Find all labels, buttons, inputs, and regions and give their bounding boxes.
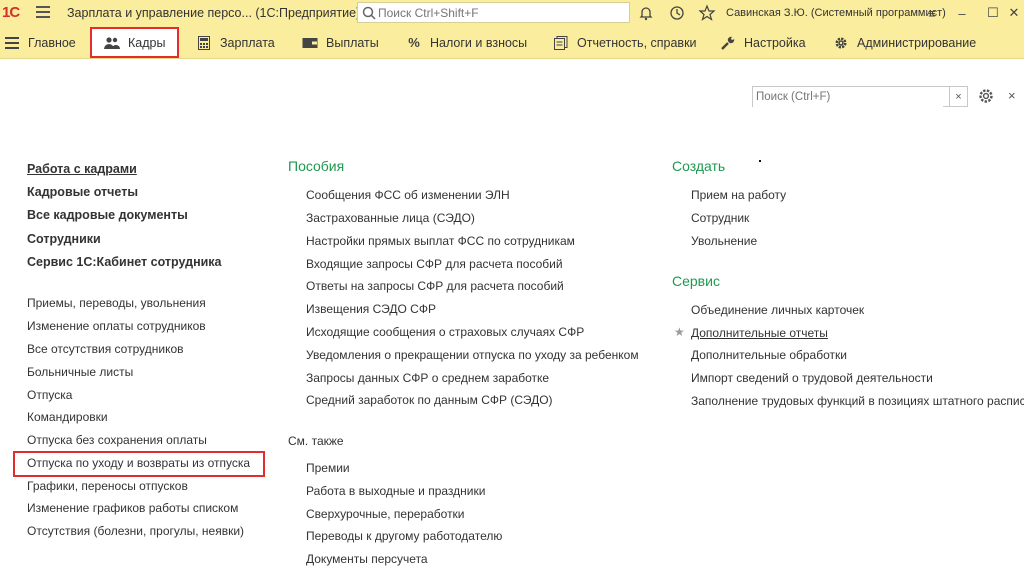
section-hr[interactable]: Кадры bbox=[90, 27, 180, 58]
section-label: Администрирование bbox=[857, 35, 977, 50]
section-label: Выплаты bbox=[326, 35, 379, 50]
link-incoming-sfr-requests[interactable]: Входящие запросы СФР для расчета пособий bbox=[306, 257, 563, 271]
link-employee-cabinet-service[interactable]: Сервис 1С:Кабинет сотрудника bbox=[27, 255, 222, 269]
main-menu-icon[interactable] bbox=[36, 6, 50, 20]
clear-search-button[interactable]: × bbox=[950, 86, 968, 107]
history-icon[interactable] bbox=[668, 4, 686, 22]
minimize-icon[interactable]: – bbox=[951, 2, 973, 24]
link-insured-persons[interactable]: Застрахованные лица (СЭДО) bbox=[306, 211, 475, 225]
section-label: Налоги и взносы bbox=[430, 35, 528, 50]
section-heading-see-also: См. также bbox=[288, 434, 344, 448]
section-label: Зарплата bbox=[220, 35, 275, 50]
close-icon[interactable]: ✕ bbox=[1003, 2, 1024, 24]
global-search-input[interactable] bbox=[378, 5, 618, 20]
link-business-trips[interactable]: Командировки bbox=[27, 410, 108, 424]
wrench-icon bbox=[720, 35, 736, 51]
menu-icon bbox=[4, 35, 20, 51]
link-direct-payments-settings[interactable]: Настройки прямых выплат ФСС по сотрудник… bbox=[306, 234, 575, 248]
link-bonuses[interactable]: Премии bbox=[306, 461, 350, 475]
section-salary[interactable]: Зарплата bbox=[196, 26, 275, 59]
link-vacation-schedules[interactable]: Графики, переносы отпусков bbox=[27, 479, 188, 493]
reports-icon bbox=[553, 35, 569, 51]
section-reporting[interactable]: Отчетность, справки bbox=[553, 26, 697, 59]
link-create-employee[interactable]: Сотрудник bbox=[691, 211, 749, 225]
section-main[interactable]: Главное bbox=[4, 26, 76, 59]
cursor-dot bbox=[759, 160, 761, 162]
link-schedule-changes[interactable]: Изменение графиков работы списком bbox=[27, 501, 238, 515]
section-settings[interactable]: Настройка bbox=[720, 26, 806, 59]
section-payments[interactable]: Выплаты bbox=[302, 26, 379, 59]
link-hr-reports[interactable]: Кадровые отчеты bbox=[27, 185, 138, 199]
link-parental-leave[interactable]: Отпуска по уходу и возвраты из отпуска bbox=[27, 456, 250, 470]
link-additional-processing[interactable]: Дополнительные обработки bbox=[691, 348, 847, 362]
link-leave-termination-notices[interactable]: Уведомления о прекращении отпуска по ухо… bbox=[306, 348, 639, 362]
link-all-hr-documents[interactable]: Все кадровые документы bbox=[27, 208, 188, 222]
section-label: Кадры bbox=[128, 35, 166, 50]
link-fss-eln[interactable]: Сообщения ФСС об изменении ЭЛН bbox=[306, 188, 510, 202]
link-import-work-activity[interactable]: Импорт сведений о трудовой деятельности bbox=[691, 371, 933, 385]
settings-gear-icon[interactable] bbox=[977, 87, 995, 105]
title-bar: 1С Зарплата и управление персо... (1С:Пр… bbox=[0, 0, 1024, 26]
current-user[interactable]: Савинская З.Ю. (Системный программист) bbox=[726, 7, 946, 19]
global-search[interactable] bbox=[357, 2, 630, 23]
link-create-hiring[interactable]: Прием на работу bbox=[691, 188, 786, 202]
link-create-dismissal[interactable]: Увольнение bbox=[691, 234, 757, 248]
section-taxes[interactable]: % Налоги и взносы bbox=[406, 26, 527, 59]
gear-icon bbox=[833, 35, 849, 51]
link-absences[interactable]: Отсутствия (болезни, прогулы, неявки) bbox=[27, 524, 244, 538]
section-heading-service: Сервис bbox=[672, 273, 720, 289]
link-merge-cards[interactable]: Объединение личных карточек bbox=[691, 303, 864, 317]
page-search[interactable] bbox=[752, 86, 950, 107]
link-additional-reports[interactable]: Дополнительные отчеты bbox=[691, 326, 828, 340]
search-icon bbox=[360, 4, 378, 22]
more-icon[interactable]: ≡ bbox=[921, 2, 943, 24]
link-avg-earnings-requests[interactable]: Запросы данных СФР о среднем заработке bbox=[306, 371, 549, 385]
link-fill-job-functions[interactable]: Заполнение трудовых функций в позициях ш… bbox=[691, 394, 1024, 408]
sections-panel: Главное Кадры Зарплата Выплаты % Налоги … bbox=[0, 26, 1024, 59]
section-administration[interactable]: Администрирование bbox=[833, 26, 976, 59]
link-personnel-documents[interactable]: Документы персучета bbox=[306, 552, 428, 566]
favorite-star-icon: ★ bbox=[674, 325, 685, 339]
maximize-icon[interactable]: ☐ bbox=[982, 2, 1004, 24]
link-sedo-notices[interactable]: Извещения СЭДО СФР bbox=[306, 302, 436, 316]
link-hr-work[interactable]: Работа с кадрами bbox=[27, 162, 137, 176]
section-label: Главное bbox=[28, 35, 76, 50]
link-transfers-to-employer[interactable]: Переводы к другому работодателю bbox=[306, 529, 502, 543]
calculator-icon bbox=[196, 35, 212, 51]
link-all-absences[interactable]: Все отсутствия сотрудников bbox=[27, 342, 184, 356]
wallet-icon bbox=[302, 35, 318, 51]
link-weekend-work[interactable]: Работа в выходные и праздники bbox=[306, 484, 485, 498]
link-vacations[interactable]: Отпуска bbox=[27, 388, 72, 402]
section-label: Отчетность, справки bbox=[577, 35, 697, 50]
link-unpaid-vacations[interactable]: Отпуска без сохранения оплаты bbox=[27, 433, 207, 447]
section-heading-create: Создать bbox=[672, 158, 726, 174]
bell-icon[interactable] bbox=[637, 4, 655, 22]
close-page-button[interactable]: × bbox=[1008, 88, 1016, 103]
app-title: Зарплата и управление персо... (1С:Предп… bbox=[67, 6, 361, 20]
link-sick-leaves[interactable]: Больничные листы bbox=[27, 365, 133, 379]
favorites-star-icon[interactable] bbox=[698, 4, 716, 22]
link-employees[interactable]: Сотрудники bbox=[27, 232, 101, 246]
link-pay-changes[interactable]: Изменение оплаты сотрудников bbox=[27, 319, 206, 333]
app-logo: 1С bbox=[2, 4, 20, 21]
people-icon bbox=[104, 35, 120, 51]
percent-icon: % bbox=[408, 35, 420, 50]
section-label: Настройка bbox=[744, 35, 806, 50]
link-hiring-transfers[interactable]: Приемы, переводы, увольнения bbox=[27, 296, 206, 310]
link-sfr-responses[interactable]: Ответы на запросы СФР для расчета пособи… bbox=[306, 279, 564, 293]
link-avg-earnings-sedo[interactable]: Средний заработок по данным СФР (СЭДО) bbox=[306, 393, 553, 407]
page-search-input[interactable] bbox=[753, 87, 943, 107]
link-overtime[interactable]: Сверхурочные, переработки bbox=[306, 507, 465, 521]
section-heading-benefits: Пособия bbox=[288, 158, 345, 174]
link-outgoing-messages[interactable]: Исходящие сообщения о страховых случаях … bbox=[306, 325, 584, 339]
